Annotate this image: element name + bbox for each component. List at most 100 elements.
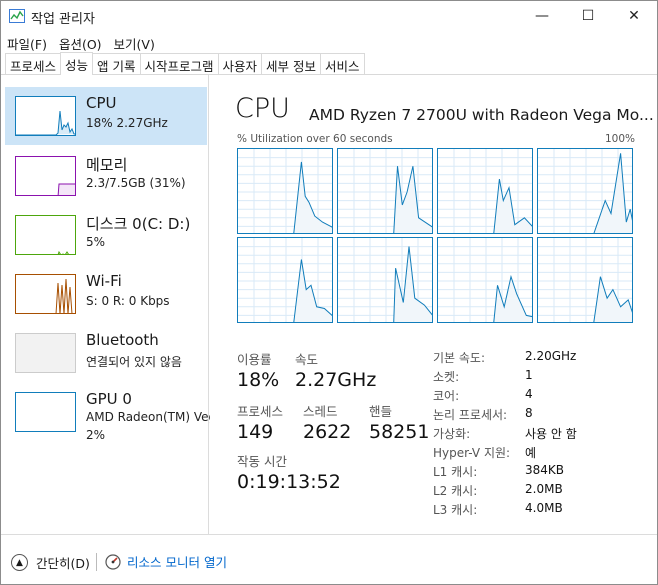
base-speed-value: 2.20GHz: [525, 349, 577, 363]
task-manager-window: 작업 관리자 — ☐ ✕ 파일(F) 옵션(O) 보기(V) 프로세스 성능 앱…: [0, 0, 658, 585]
menu-options[interactable]: 옵션(O): [53, 31, 108, 53]
sidebar-item-cpu[interactable]: CPU 18% 2.27GHz: [5, 87, 207, 145]
task-manager-icon: [9, 9, 25, 23]
sidebar-item-label: Wi-Fi: [86, 272, 122, 290]
sockets-value: 1: [525, 368, 533, 382]
cpu-core-graph: [237, 148, 333, 234]
sidebar-item-gpu[interactable]: GPU 0 AMD Radeon(TM) Veg 2%: [5, 383, 210, 451]
sidebar-item-bluetooth[interactable]: Bluetooth 연결되어 있지 않음: [5, 324, 207, 382]
sidebar-item-detail: 5%: [86, 235, 106, 249]
cpu-core-graph: [537, 148, 633, 234]
l3-cache-value: 4.0MB: [525, 501, 563, 515]
handles-value: 58251: [369, 421, 430, 443]
handles-label: 핸들: [369, 404, 393, 419]
close-button[interactable]: ✕: [611, 1, 657, 31]
threads-value: 2622: [303, 421, 352, 443]
sockets-label: 소켓:: [433, 370, 460, 384]
uptime-label: 작동 시간: [237, 454, 287, 469]
footer-divider: [96, 553, 97, 571]
sidebar-item-label: CPU: [86, 94, 117, 112]
performance-sidebar: CPU 18% 2.27GHz 메모리 2.3/7.5GB (31%) 디스크 …: [1, 75, 210, 534]
sidebar-item-label: 디스크 0(C: D:): [86, 215, 191, 233]
base-speed-label: 기본 속도:: [433, 351, 486, 365]
window-title: 작업 관리자: [31, 12, 95, 27]
sidebar-item-detail: 연결되어 있지 않음: [86, 355, 182, 369]
utilization-label: 이용률: [237, 352, 272, 367]
minimize-button[interactable]: —: [519, 1, 565, 31]
menu-file[interactable]: 파일(F): [1, 31, 53, 53]
tab-strip: 프로세스 성능 앱 기록 시작프로그램 사용자 세부 정보 서비스: [5, 52, 365, 75]
speed-label: 속도: [295, 352, 319, 367]
fewer-details-label: 간단히(D): [36, 556, 90, 571]
maximize-icon: ☐: [581, 8, 595, 24]
resource-monitor-icon: [105, 553, 121, 570]
gpu-mini-graph: [15, 392, 76, 432]
sidebar-item-detail-2: 2%: [86, 428, 106, 442]
l1-cache-value: 384KB: [525, 463, 565, 477]
cpu-core-graph: [437, 237, 533, 323]
utilization-max-label: 100%: [604, 133, 635, 145]
memory-mini-graph: [15, 156, 76, 196]
resource-monitor-label: 리소스 모니터 열기: [127, 555, 227, 570]
sidebar-item-disk[interactable]: 디스크 0(C: D:) 5%: [5, 206, 207, 264]
l2-cache-label: L2 캐시:: [433, 484, 478, 498]
cpu-core-graph: [237, 237, 333, 323]
menu-view[interactable]: 보기(V): [108, 31, 161, 53]
maximize-button[interactable]: ☐: [565, 1, 611, 31]
cores-value: 4: [525, 387, 533, 401]
footer-bar: ▲ 간단히(D) 리소스 모니터 열기: [1, 534, 657, 584]
l3-cache-label: L3 캐시:: [433, 503, 478, 517]
sidebar-item-label: Bluetooth: [86, 331, 159, 349]
sidebar-item-detail: S: 0 R: 0 Kbps: [86, 294, 170, 308]
hyperv-label: Hyper-V 지원:: [433, 446, 511, 460]
l2-cache-value: 2.0MB: [525, 482, 563, 496]
menu-bar: 파일(F) 옵션(O) 보기(V): [1, 31, 161, 53]
close-icon: ✕: [628, 8, 640, 24]
fewer-details-button[interactable]: ▲ 간단히(D): [11, 553, 90, 572]
sidebar-item-label: GPU 0: [86, 390, 132, 408]
cpu-core-graph: [337, 148, 433, 234]
cpu-core-graphs: [237, 148, 635, 324]
sidebar-item-detail: 2.3/7.5GB (31%): [86, 176, 186, 190]
uptime-value: 0:19:13:52: [237, 471, 341, 493]
virtualization-value: 사용 안 함: [525, 427, 577, 441]
processes-label: 프로세스: [237, 404, 284, 419]
sidebar-item-wifi[interactable]: Wi-Fi S: 0 R: 0 Kbps: [5, 265, 207, 323]
threads-label: 스레드: [303, 404, 338, 419]
tab-app-history[interactable]: 앱 기록: [92, 53, 141, 74]
tab-details[interactable]: 세부 정보: [261, 53, 322, 74]
utilization-axis-label: % Utilization over 60 seconds: [237, 133, 393, 145]
cpu-detail-panel: CPU AMD Ryzen 7 2700U with Radeon Vega M…: [225, 75, 654, 534]
open-resource-monitor-link[interactable]: 리소스 모니터 열기: [105, 552, 227, 571]
sidebar-item-memory[interactable]: 메모리 2.3/7.5GB (31%): [5, 147, 207, 205]
virtualization-label: 가상화:: [433, 427, 471, 441]
tab-users[interactable]: 사용자: [217, 53, 263, 74]
tab-performance[interactable]: 성능: [60, 52, 94, 75]
tab-processes[interactable]: 프로세스: [5, 53, 62, 74]
cpu-core-graph: [337, 237, 433, 323]
l1-cache-label: L1 캐시:: [433, 465, 478, 479]
page-title: CPU: [235, 93, 290, 124]
sidebar-item-detail: AMD Radeon(TM) Veg: [86, 410, 210, 424]
wifi-mini-graph: [15, 274, 76, 314]
title-bar[interactable]: 작업 관리자 — ☐ ✕: [1, 1, 657, 31]
logical-processors-value: 8: [525, 406, 533, 420]
sidebar-item-detail: 18% 2.27GHz: [86, 116, 168, 130]
cpu-core-graph: [437, 148, 533, 234]
disk-mini-graph: [15, 215, 76, 255]
tab-services[interactable]: 서비스: [320, 53, 365, 74]
logical-processors-label: 논리 프로세서:: [433, 408, 508, 422]
processes-value: 149: [237, 421, 274, 443]
sidebar-item-label: 메모리: [86, 156, 128, 174]
utilization-value: 18%: [237, 369, 280, 391]
chevron-up-icon: ▲: [11, 554, 28, 571]
cpu-model-name: AMD Ryzen 7 2700U with Radeon Vega Mo...: [309, 106, 654, 124]
speed-value: 2.27GHz: [295, 369, 377, 391]
hyperv-value: 예: [525, 446, 537, 460]
cpu-core-graph: [537, 237, 633, 323]
bluetooth-mini-graph: [15, 333, 76, 373]
cpu-mini-graph: [15, 96, 76, 136]
tab-startup[interactable]: 시작프로그램: [139, 53, 219, 74]
cores-label: 코어:: [433, 389, 460, 403]
minimize-icon: —: [535, 8, 549, 24]
